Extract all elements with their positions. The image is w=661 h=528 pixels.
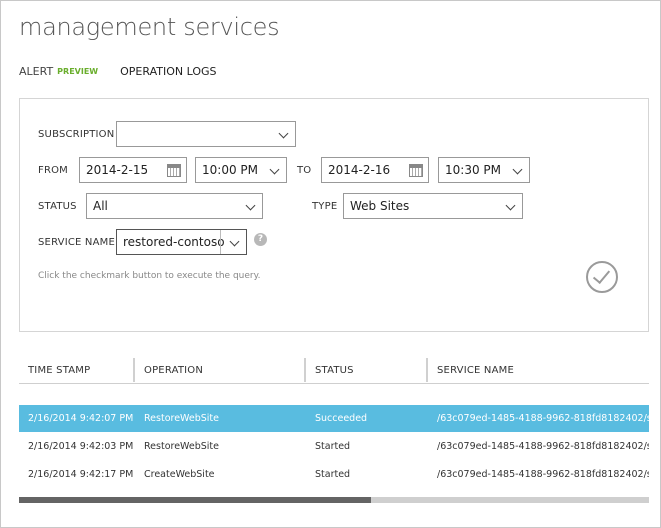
column-separator[interactable] <box>133 358 135 382</box>
service-name-dropdown-button[interactable] <box>220 230 246 254</box>
type-value: Web Sites <box>350 199 410 213</box>
cell-service-name: /63c079ed-1485-4188-9962-818fd8182402/se… <box>437 413 649 424</box>
checkmark-icon[interactable] <box>586 261 618 293</box>
horizontal-scrollbar[interactable] <box>19 497 649 503</box>
type-select[interactable]: Web Sites <box>343 193 523 219</box>
cell-status: Started <box>315 469 351 480</box>
type-label: TYPE <box>312 201 338 212</box>
table-row[interactable]: 2/16/2014 9:42:17 PM CreateWebSite Start… <box>19 461 649 488</box>
chevron-down-icon <box>229 236 240 247</box>
column-header-operation[interactable]: OPERATION <box>144 365 203 376</box>
cell-operation: RestoreWebSite <box>144 413 219 424</box>
column-separator[interactable] <box>304 358 306 382</box>
chevron-down-icon <box>505 200 516 211</box>
service-name-value: restored-contoso <box>123 235 225 249</box>
grid-header: TIME STAMP OPERATION STATUS SERVICE NAME <box>19 358 649 384</box>
subscription-select[interactable] <box>116 121 296 147</box>
status-label: STATUS <box>38 201 77 212</box>
table-row[interactable]: 2/16/2014 9:42:07 PM RestoreWebSite Succ… <box>19 405 649 432</box>
cell-status: Succeeded <box>315 413 368 424</box>
chevron-down-icon <box>512 164 523 175</box>
to-label: TO <box>297 165 312 176</box>
cell-timestamp: 2/16/2014 9:42:17 PM <box>28 469 133 480</box>
status-value: All <box>93 199 108 213</box>
cell-service-name: /63c079ed-1485-4188-9962-818fd8182402/se… <box>437 469 649 480</box>
page-title: management services <box>19 13 280 41</box>
top-nav: ALERT PREVIEW OPERATION LOGS <box>19 65 216 78</box>
subscription-label: SUBSCRIPTION <box>38 129 115 140</box>
column-separator[interactable] <box>426 358 428 382</box>
nav-alert-label: ALERT <box>19 65 54 78</box>
from-time-value: 10:00 PM <box>202 163 258 177</box>
to-date-input[interactable]: 2014-2-16 <box>321 157 429 183</box>
calendar-icon[interactable] <box>167 164 181 177</box>
from-label: FROM <box>38 165 68 176</box>
cell-operation: RestoreWebSite <box>144 441 219 452</box>
preview-badge: PREVIEW <box>57 67 99 76</box>
chevron-down-icon <box>269 164 280 175</box>
status-select[interactable]: All <box>86 193 263 219</box>
column-header-status[interactable]: STATUS <box>315 365 354 376</box>
calendar-icon[interactable] <box>409 164 423 177</box>
from-time-select[interactable]: 10:00 PM <box>195 157 287 183</box>
to-time-select[interactable]: 10:30 PM <box>438 157 530 183</box>
help-icon[interactable]: ? <box>254 233 267 246</box>
cell-timestamp: 2/16/2014 9:42:07 PM <box>28 413 133 424</box>
nav-alert[interactable]: ALERT PREVIEW <box>19 65 98 78</box>
service-name-combobox[interactable]: restored-contoso <box>116 229 247 255</box>
query-hint: Click the checkmark button to execute th… <box>38 271 261 281</box>
query-panel: SUBSCRIPTION FROM 2014-2-15 10:00 PM TO … <box>19 98 649 332</box>
nav-operation-logs[interactable]: OPERATION LOGS <box>120 65 216 78</box>
to-date-value: 2014-2-16 <box>328 163 391 177</box>
to-time-value: 10:30 PM <box>445 163 501 177</box>
column-header-timestamp[interactable]: TIME STAMP <box>28 365 90 376</box>
chevron-down-icon <box>245 200 256 211</box>
table-row[interactable]: 2/16/2014 9:42:03 PM RestoreWebSite Star… <box>19 433 649 460</box>
cell-operation: CreateWebSite <box>144 469 215 480</box>
from-date-value: 2014-2-15 <box>86 163 149 177</box>
chevron-down-icon <box>278 128 289 139</box>
from-date-input[interactable]: 2014-2-15 <box>79 157 187 183</box>
cell-service-name: /63c079ed-1485-4188-9962-818fd8182402/se… <box>437 441 649 452</box>
cell-timestamp: 2/16/2014 9:42:03 PM <box>28 441 133 452</box>
column-header-service-name[interactable]: SERVICE NAME <box>437 365 514 376</box>
service-name-label: SERVICE NAME <box>38 237 116 248</box>
cell-status: Started <box>315 441 351 452</box>
scrollbar-thumb[interactable] <box>19 497 371 503</box>
